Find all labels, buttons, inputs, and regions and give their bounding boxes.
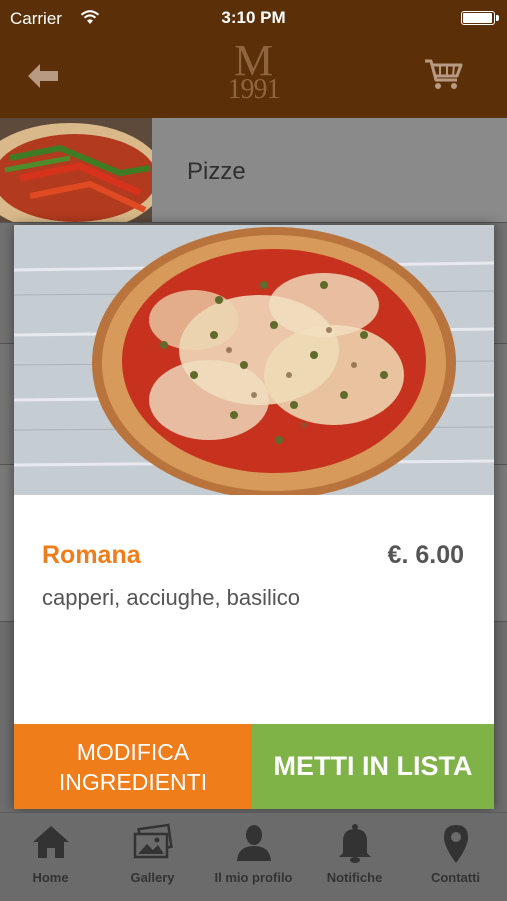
tab-label: Gallery	[130, 870, 175, 885]
clock: 3:10 PM	[221, 8, 286, 27]
tab-contacts[interactable]: Contatti	[405, 813, 506, 901]
back-arrow-icon	[28, 64, 58, 88]
product-image	[14, 225, 494, 495]
tab-label: Notifiche	[326, 870, 383, 885]
battery-level	[463, 13, 492, 23]
bell-icon	[338, 824, 371, 863]
tab-notifications[interactable]: Notifiche	[304, 813, 405, 901]
add-to-list-label: METTI IN LISTA	[273, 751, 473, 781]
back-button[interactable]	[22, 58, 66, 94]
tab-gallery[interactable]: Gallery	[102, 813, 203, 901]
brand-logo: M 1991	[200, 38, 307, 108]
gallery-icon	[133, 823, 173, 859]
product-detail-popup: Romana €. 6.00 capperi, acciughe, basili…	[14, 225, 494, 809]
modify-label-line2: INGREDIENTI	[58, 768, 208, 795]
category-thumbnail	[0, 118, 152, 222]
profile-icon	[236, 825, 271, 861]
logo-year: 1991	[227, 74, 281, 105]
add-to-list-button[interactable]: METTI IN LISTA	[252, 724, 494, 809]
category-label: Pizze	[187, 158, 246, 185]
navigation-bar: M 1991	[0, 38, 507, 118]
product-name: Romana	[42, 541, 141, 569]
status-bar: Carrier 3:10 PM	[0, 0, 507, 38]
category-row-pizze[interactable]: Pizze	[0, 118, 507, 223]
product-ingredients: capperi, acciughe, basilico	[42, 585, 301, 610]
battery-icon	[461, 11, 499, 25]
tab-label: Home	[32, 870, 69, 885]
modify-ingredients-button[interactable]: MODIFICA INGREDIENTI	[14, 724, 252, 809]
modify-ingredients-label: MODIFICA INGREDIENTI	[59, 737, 207, 797]
tab-label: Contatti	[430, 870, 481, 885]
modify-label-line1: MODIFICA	[76, 738, 190, 765]
tab-label: Il mio profilo	[214, 870, 293, 885]
tab-home[interactable]: Home	[0, 813, 101, 901]
tab-profile[interactable]: Il mio profilo	[203, 813, 304, 901]
location-pin-icon	[443, 825, 468, 863]
home-icon	[32, 826, 69, 858]
cart-button[interactable]	[422, 56, 466, 92]
tab-bar: Home Gallery Il mio profilo Notifiche Co…	[0, 812, 507, 901]
product-price: €. 6.00	[387, 541, 464, 569]
cart-icon	[425, 59, 463, 89]
